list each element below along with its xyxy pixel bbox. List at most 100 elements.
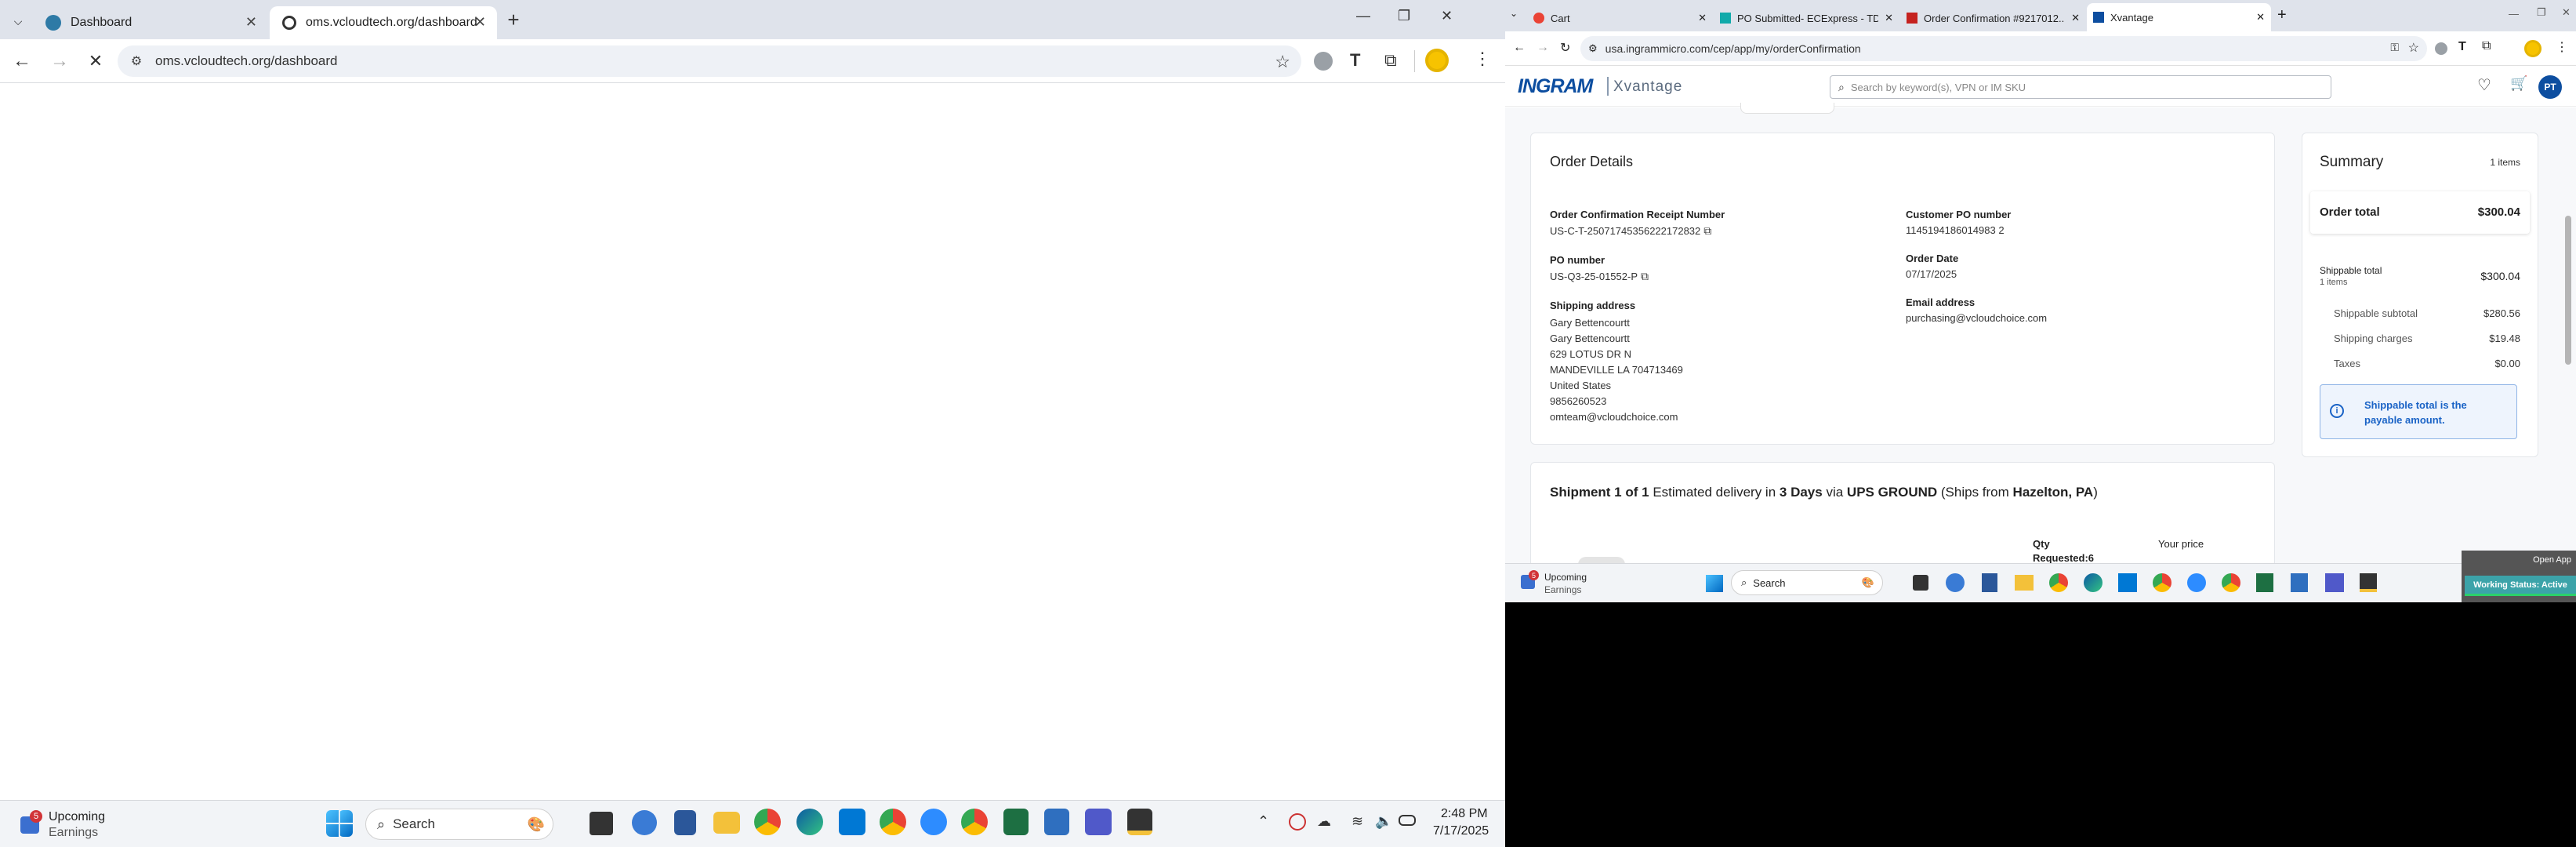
chrome-icon-3[interactable] <box>961 809 988 835</box>
task-view-icon[interactable] <box>1913 575 1928 591</box>
tab-po-submitted[interactable]: PO Submitted- ECExpress - TD ✕ <box>1714 5 1898 31</box>
loading-spinner-icon[interactable]: ✕ <box>85 50 107 72</box>
edge-icon[interactable] <box>2084 573 2103 592</box>
forward-arrow-icon[interactable]: → <box>49 50 71 72</box>
zoom-icon[interactable] <box>920 809 947 835</box>
chrome-icon-3[interactable] <box>2222 573 2240 592</box>
new-tab-plus-icon[interactable]: + <box>502 8 525 31</box>
chrome-icon-2[interactable] <box>880 809 906 835</box>
app-icon-globe[interactable] <box>632 810 657 835</box>
zoom-icon[interactable] <box>2187 573 2206 592</box>
wifi-icon[interactable]: ≋ <box>1351 813 1363 830</box>
profile-avatar-icon[interactable] <box>1425 49 1449 72</box>
close-tab-icon[interactable]: ✕ <box>1885 12 1893 24</box>
remote-desktop-icon[interactable] <box>1044 809 1069 835</box>
tab-search-chevron-icon[interactable]: ⌵ <box>8 11 28 31</box>
page-scrollbar-thumb[interactable] <box>2565 216 2571 365</box>
windows-start-icon[interactable] <box>1706 575 1723 592</box>
wishlist-heart-icon[interactable]: ♡ <box>2477 75 2491 95</box>
calculator-icon[interactable] <box>674 810 696 835</box>
excel-icon[interactable] <box>1003 809 1029 835</box>
app-icon-globe[interactable] <box>1946 573 1965 592</box>
weather-title[interactable]: Upcoming <box>1544 572 1587 583</box>
xvantage-logo[interactable]: Xvantage <box>1613 78 1682 96</box>
clock-date[interactable]: 7/17/2025 <box>1433 824 1489 838</box>
new-tab-plus-icon[interactable]: + <box>2277 6 2287 24</box>
restore-icon[interactable]: ❐ <box>2537 6 2546 19</box>
remote-desktop-icon[interactable] <box>2291 573 2308 592</box>
close-tab-icon[interactable]: ✕ <box>2071 12 2080 24</box>
tab-dashboard[interactable]: Dashboard ✕ <box>33 6 268 39</box>
chrome-icon-2[interactable] <box>2153 573 2171 592</box>
teams-icon[interactable] <box>1085 809 1112 835</box>
sticky-app-icon[interactable] <box>2360 573 2377 592</box>
close-tab-icon[interactable]: ✕ <box>474 14 486 31</box>
site-info-icon[interactable]: ⚙ <box>1588 42 1598 55</box>
tray-chevron-icon[interactable]: ⌃ <box>1257 813 1269 830</box>
excel-icon[interactable] <box>2256 573 2273 592</box>
bookmark-star-icon[interactable]: ☆ <box>2408 40 2419 56</box>
file-explorer-icon[interactable] <box>2015 575 2034 591</box>
text-tool-icon[interactable]: T <box>1350 50 1360 71</box>
tray-cloud-icon[interactable]: ☁ <box>1317 813 1331 830</box>
close-tab-icon[interactable]: ✕ <box>245 14 257 31</box>
minimize-icon[interactable]: — <box>1356 8 1370 24</box>
forward-arrow-icon[interactable]: → <box>1537 41 1549 55</box>
edge-icon[interactable] <box>796 809 823 835</box>
chrome-icon[interactable] <box>2049 573 2068 592</box>
sticky-app-icon[interactable] <box>1127 809 1152 835</box>
copy-icon[interactable]: ⧉ <box>1703 224 1711 238</box>
back-arrow-icon[interactable]: ← <box>11 50 33 72</box>
working-status-bar[interactable]: Working Status: Active <box>2465 576 2576 596</box>
outlook-icon[interactable] <box>839 809 865 835</box>
browser-menu-icon[interactable]: ⋮ <box>2556 39 2568 55</box>
extensions-puzzle-icon[interactable]: ⧉ <box>2482 39 2491 53</box>
reload-icon[interactable]: ↻ <box>1560 40 1570 56</box>
windows-taskbar: 5 Upcoming Earnings ⌕ Search 🎨 ⌃ ☁ ≋ 🔈 2… <box>0 800 1505 847</box>
chrome-icon[interactable] <box>754 809 781 835</box>
extension-icon[interactable] <box>2435 42 2447 55</box>
open-app-link[interactable]: Open App <box>2533 555 2571 565</box>
tab-oms-dashboard[interactable]: oms.vcloudtech.org/dashboard ✕ <box>270 6 497 39</box>
restore-icon[interactable]: ❐ <box>1398 8 1410 24</box>
teams-icon[interactable] <box>2325 573 2344 592</box>
weather-widget[interactable]: 5 Upcoming Earnings <box>17 805 119 843</box>
minimize-icon[interactable]: — <box>2509 8 2519 20</box>
taskbar-search-box[interactable]: ⌕ Search 🎨 <box>1731 570 1883 595</box>
address-bar[interactable]: ⚙ oms.vcloudtech.org/dashboard ☆ <box>118 45 1301 77</box>
password-key-icon[interactable]: ⚿ <box>2390 41 2399 54</box>
outlook-icon[interactable] <box>2118 573 2137 592</box>
profile-avatar-icon[interactable] <box>2524 40 2542 57</box>
file-explorer-icon[interactable] <box>713 812 740 834</box>
tab-search-chevron-icon[interactable]: ⌄ <box>1510 8 1518 19</box>
close-tab-icon[interactable]: ✕ <box>2256 11 2265 24</box>
extension-icon[interactable] <box>1314 52 1333 71</box>
task-view-icon[interactable] <box>590 812 613 835</box>
back-arrow-icon[interactable]: ← <box>1513 41 1526 55</box>
tab-order-confirmation[interactable]: Order Confirmation #9217012... ✕ <box>1900 5 2084 31</box>
calculator-icon[interactable] <box>1982 573 1997 592</box>
close-tab-icon[interactable]: ✕ <box>1698 12 1707 24</box>
text-tool-icon[interactable]: T <box>2458 40 2466 54</box>
close-window-icon[interactable]: ✕ <box>1441 8 1453 24</box>
bookmark-star-icon[interactable]: ☆ <box>1275 52 1290 72</box>
volume-icon[interactable]: 🔈 <box>1375 813 1392 830</box>
ingram-logo[interactable]: INGRAM <box>1518 75 1593 98</box>
tray-app-icon[interactable] <box>1289 813 1306 831</box>
cart-icon[interactable]: 🛒 <box>2510 75 2527 92</box>
extensions-puzzle-icon[interactable]: ⧉ <box>1384 50 1397 71</box>
right-taskbar-strip: 5 Upcoming Earnings ⌕ Search 🎨 <box>1505 563 2576 602</box>
tab-cart[interactable]: Cart ✕ <box>1527 5 1711 31</box>
battery-icon[interactable] <box>1399 815 1416 826</box>
weather-sub[interactable]: Earnings <box>1544 584 1581 595</box>
browser-menu-icon[interactable]: ⋮ <box>1474 49 1491 69</box>
tab-xvantage[interactable]: Xvantage ✕ <box>2087 3 2271 31</box>
address-bar[interactable]: ⚙ usa.ingrammicro.com/cep/app/my/orderCo… <box>1580 36 2427 61</box>
taskbar-search-box[interactable]: ⌕ Search 🎨 <box>365 809 553 840</box>
close-window-icon[interactable]: ✕ <box>2562 6 2571 19</box>
copy-icon[interactable]: ⧉ <box>1641 270 1649 283</box>
site-info-icon[interactable]: ⚙ <box>125 53 147 69</box>
user-avatar[interactable]: PT <box>2538 75 2562 99</box>
clock-time[interactable]: 2:48 PM <box>1441 807 1488 821</box>
site-search-input[interactable]: ⌕ Search by keyword(s), VPN or IM SKU <box>1830 75 2331 99</box>
